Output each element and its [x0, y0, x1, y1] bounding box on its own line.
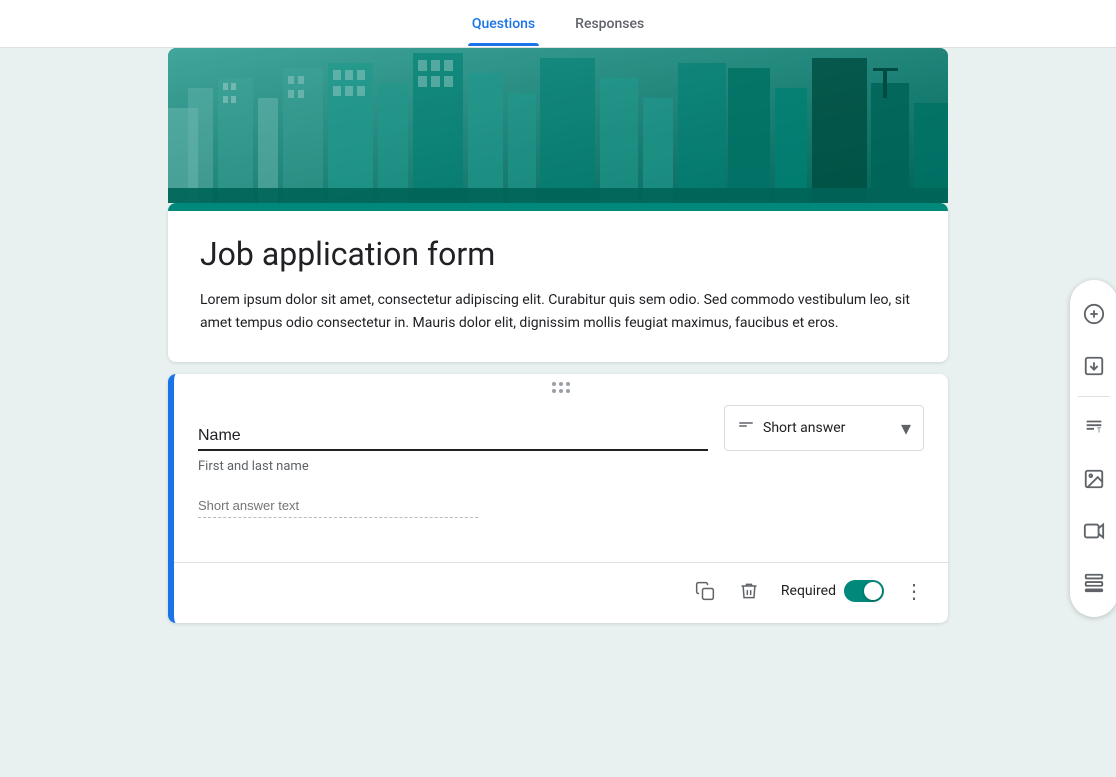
question-type-dropdown[interactable]: Short answer ▾	[724, 405, 924, 451]
sidebar-toolbar: T	[1070, 280, 1116, 617]
more-options-button[interactable]: ⋮	[896, 573, 932, 609]
form-description: Lorem ipsum dolor sit amet, consectetur …	[200, 289, 916, 334]
question-type-label: Short answer	[763, 420, 893, 436]
delete-button[interactable]	[729, 571, 769, 611]
add-section-button[interactable]	[1070, 559, 1116, 607]
form-title-card: Job application form Lorem ipsum dolor s…	[168, 203, 948, 362]
add-title-button[interactable]: T	[1070, 403, 1116, 451]
toggle-switch[interactable]	[844, 580, 884, 602]
add-image-button[interactable]	[1070, 455, 1116, 503]
question-card: Short answer ▾ First and last name	[168, 374, 948, 623]
page-wrapper: Questions Responses	[0, 0, 1116, 777]
toolbar-divider-1	[1078, 396, 1110, 397]
short-answer-icon	[737, 417, 755, 440]
svg-text:T: T	[1097, 426, 1102, 435]
short-answer-preview	[198, 494, 478, 518]
tab-bar: Questions Responses	[0, 0, 1116, 48]
hero-banner	[168, 48, 948, 203]
dropdown-arrow-icon: ▾	[901, 416, 911, 440]
form-title: Job application form	[200, 235, 916, 273]
question-subtitle: First and last name	[198, 459, 924, 474]
question-footer: Required ⋮	[174, 563, 948, 623]
question-top-row: Short answer ▾	[198, 405, 924, 451]
add-question-button[interactable]	[1070, 290, 1116, 338]
question-body: Short answer ▾ First and last name	[174, 397, 948, 550]
import-questions-button[interactable]	[1070, 342, 1116, 390]
required-label: Required	[781, 583, 836, 599]
drag-handle[interactable]	[174, 374, 948, 397]
tab-questions[interactable]: Questions	[468, 2, 539, 46]
toggle-knob	[864, 582, 882, 600]
question-title-input[interactable]	[198, 419, 708, 451]
main-content: Job application form Lorem ipsum dolor s…	[168, 48, 948, 663]
copy-button[interactable]	[685, 571, 725, 611]
add-video-button[interactable]	[1070, 507, 1116, 555]
required-toggle[interactable]: Required	[773, 580, 892, 602]
tab-responses[interactable]: Responses	[571, 2, 648, 46]
drag-dots-icon	[552, 382, 570, 393]
